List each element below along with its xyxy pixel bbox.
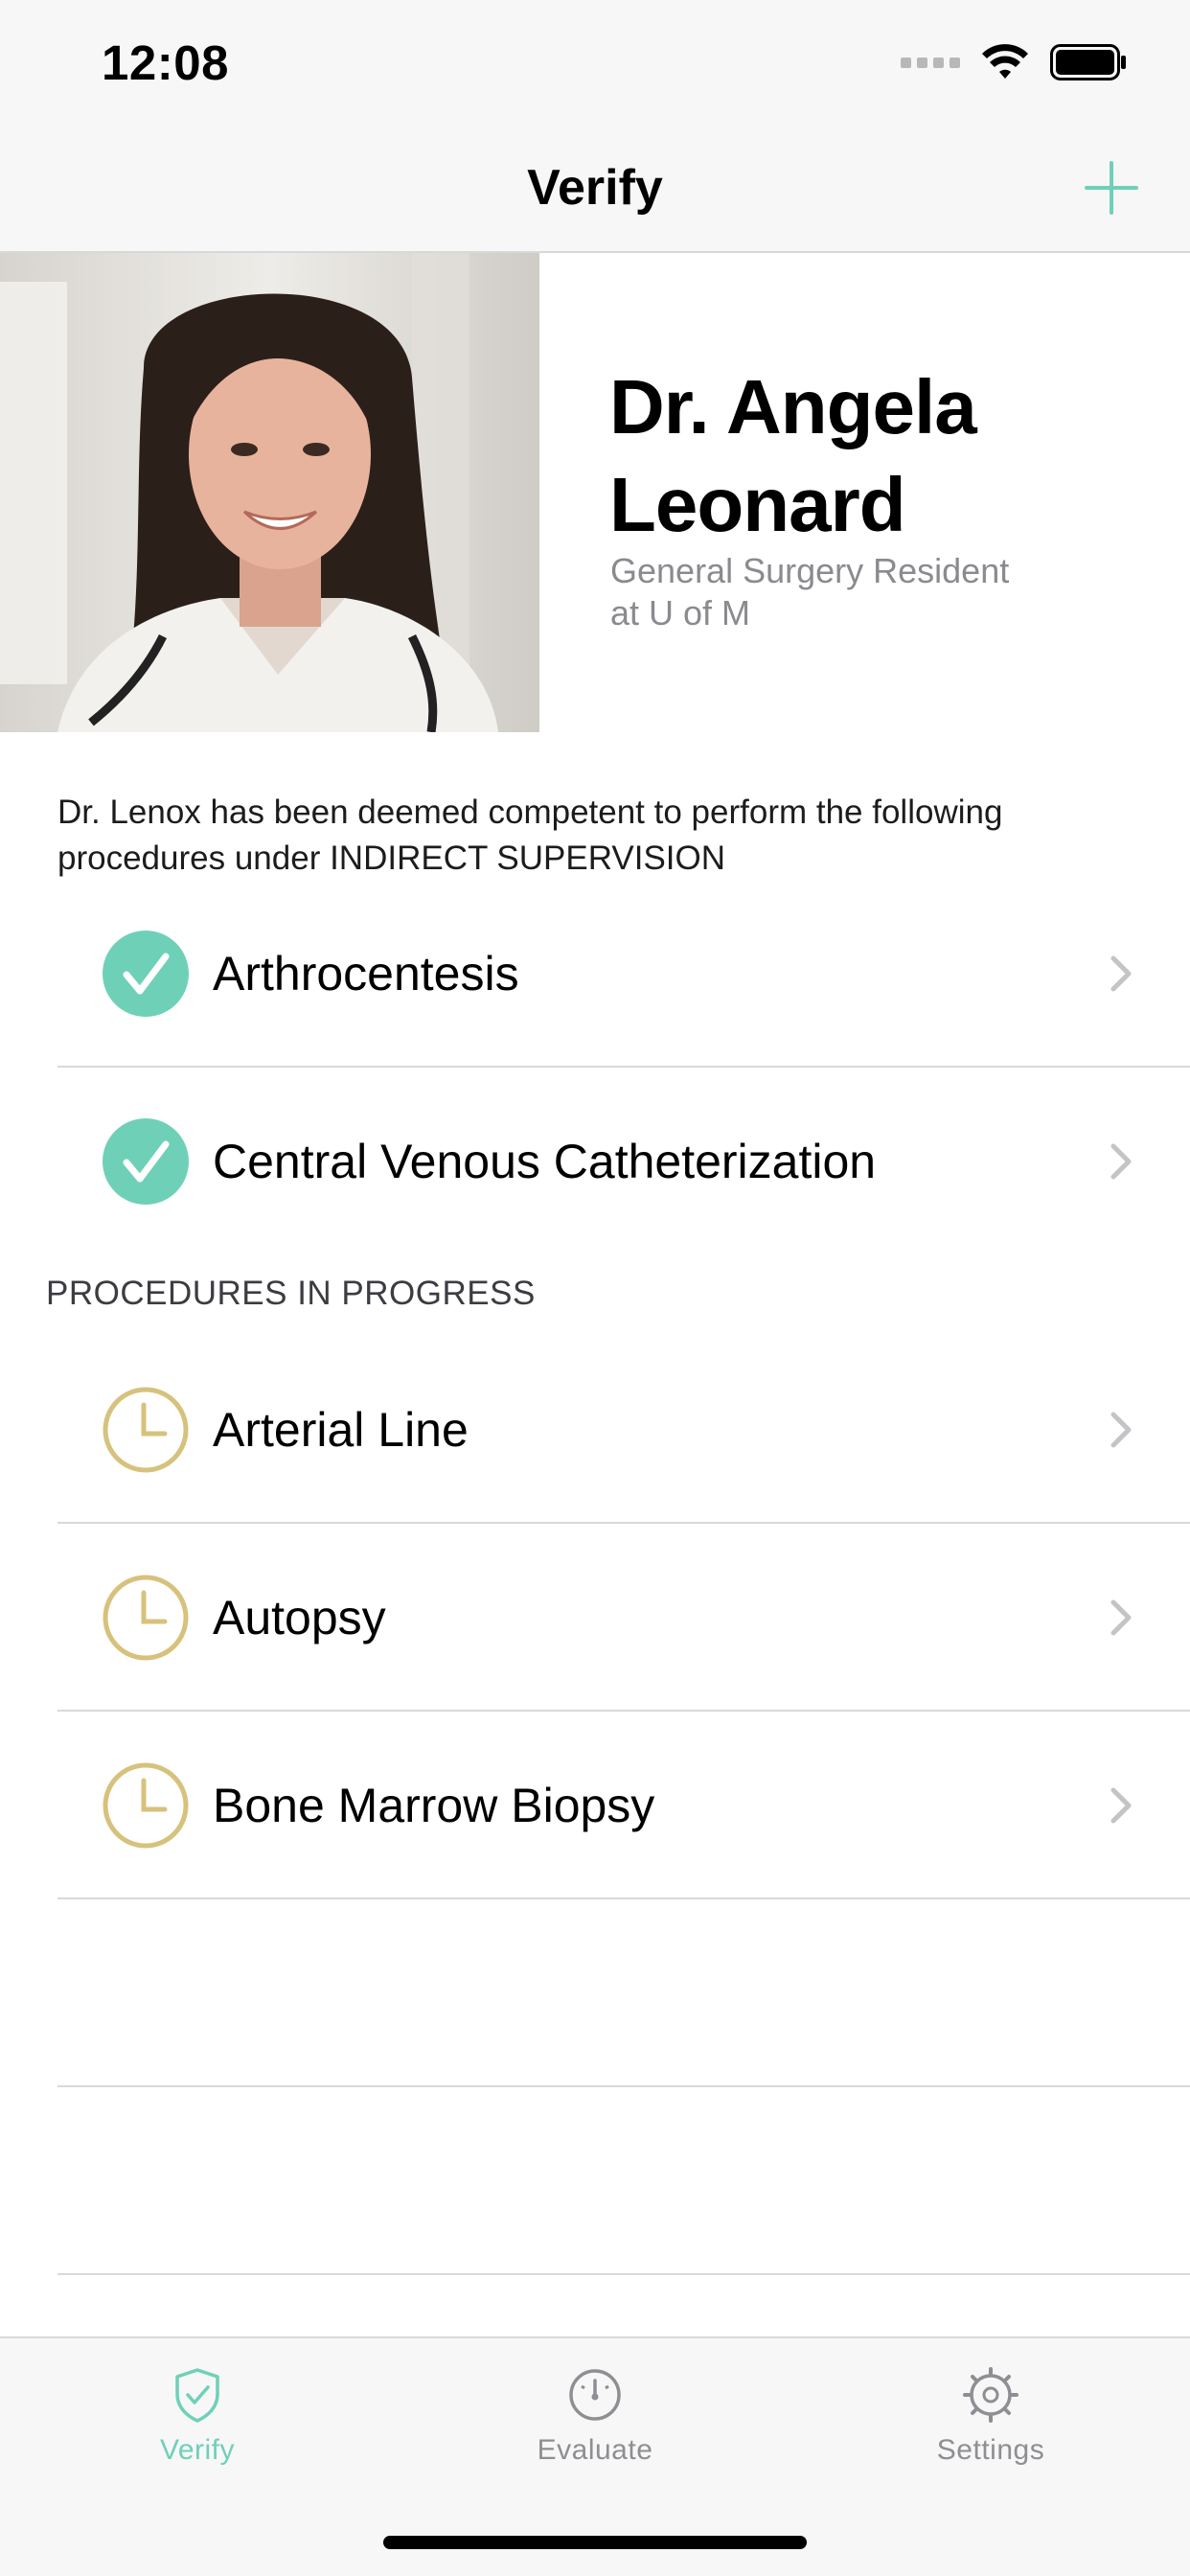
procedure-row-autopsy[interactable]: Autopsy [0,1524,1190,1712]
wifi-icon [982,44,1028,79]
gauge-icon [569,2369,621,2421]
doctor-role-line1: General Surgery Resident [610,551,1010,590]
clock-icon [103,1762,189,1849]
chevron-right-icon [1110,1412,1132,1448]
procedure-row-bone-marrow-biopsy[interactable]: Bone Marrow Biopsy [0,1712,1190,1899]
shield-check-icon [175,2368,219,2423]
chevron-right-icon [1110,1787,1132,1824]
procedure-label: Central Venous Catheterization [213,1135,877,1188]
status-bar: 12:08 [0,0,1190,134]
battery-icon [1050,44,1126,80]
doctor-name-line1: Dr. Angela [609,364,977,449]
profile-photo [0,253,539,732]
clock-icon [103,1575,189,1661]
procedure-label: Bone Marrow Biopsy [213,1779,655,1832]
tab-evaluate[interactable]: Evaluate [451,2365,739,2509]
checkmark-circle-icon [103,931,189,1017]
tab-label: Verify [159,2434,236,2466]
doctor-name-line2: Leonard [609,462,906,547]
competency-description: Dr. Lenox has been deemed competent to p… [57,794,1003,877]
procedure-label: Autopsy [213,1591,386,1644]
doctor-role: General Surgery Resident at U of M [610,550,1109,634]
chevron-right-icon [1110,955,1132,992]
procedure-label: Arthrocentesis [213,947,519,1000]
status-icons [901,44,1127,80]
chevron-right-icon [1110,1143,1132,1180]
section-header-in-progress: PROCEDURES IN PROGRESS [46,1275,536,1312]
row-divider [57,2085,1190,2087]
row-divider [57,2273,1190,2275]
plus-icon[interactable] [1083,159,1140,217]
procedure-row-central-venous-catheterization[interactable]: Central Venous Catheterization [0,1068,1190,1255]
tab-settings[interactable]: Settings [847,2365,1134,2509]
cellular-signal-icon [901,57,960,68]
row-divider [57,1898,1190,1899]
clock-icon [103,1387,189,1473]
doctor-role-line2: at U of M [610,593,751,632]
status-time: 12:08 [102,35,229,90]
procedure-row-arthrocentesis[interactable]: Arthrocentesis [0,880,1190,1068]
checkmark-circle-icon [103,1118,189,1205]
tab-verify[interactable]: Verify [54,2365,341,2509]
gear-icon [963,2367,1018,2423]
page-title: Verify [527,160,663,216]
tab-label: Settings [936,2434,1045,2466]
doctor-name: Dr. Angela Leonard [609,358,977,554]
home-indicator[interactable] [383,2536,807,2549]
navigation-bar: Verify [0,134,1190,253]
procedure-row-arterial-line[interactable]: Arterial Line [0,1336,1190,1524]
tab-label: Evaluate [537,2434,653,2466]
chevron-right-icon [1110,1599,1132,1636]
profile-header: Dr. Angela Leonard General Surgery Resid… [0,253,1190,732]
procedure-label: Arterial Line [213,1403,469,1457]
